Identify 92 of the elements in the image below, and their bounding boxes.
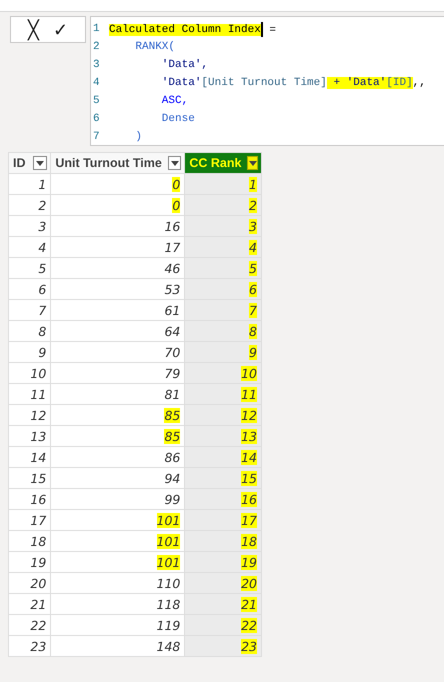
table-cell: 3: [8, 216, 51, 236]
table-cell: 2: [8, 194, 51, 216]
table-cell: 20: [184, 572, 262, 594]
code-line: Calculated Column Index =: [108, 22, 276, 36]
column-label: CC Rank: [189, 156, 242, 170]
table-cell: 101: [50, 510, 185, 530]
table-cell: 15: [184, 468, 262, 488]
column-header[interactable]: Unit Turnout Time: [50, 152, 185, 174]
table-cell: 148: [50, 636, 185, 656]
table-cell: 101: [50, 552, 185, 572]
table-cell: 16: [184, 488, 262, 510]
table-cell: 21: [184, 594, 262, 614]
table-cell: 94: [50, 468, 185, 488]
table-cell: 18: [8, 530, 51, 552]
column-label: Unit Turnout Time: [55, 156, 162, 170]
table-cell: 5: [184, 258, 262, 278]
table-cell: 13: [8, 426, 51, 446]
table-cell: 53: [50, 278, 185, 300]
table-cell: 16: [8, 488, 51, 510]
table-cell: 70: [50, 342, 185, 362]
column-header[interactable]: ID: [8, 152, 51, 174]
table-cell: 10: [184, 362, 262, 384]
table-cell: 19: [184, 552, 262, 572]
table-cell: 61: [50, 300, 185, 320]
line-number: 2: [92, 41, 101, 53]
column-label: ID: [13, 156, 26, 170]
table-cell: 17: [184, 510, 262, 530]
column-header[interactable]: CC Rank: [184, 152, 262, 174]
table-cell: 17: [50, 236, 185, 258]
table-cell: 118: [50, 594, 185, 614]
table-cell: 1: [184, 174, 262, 194]
table-cell: 85: [50, 404, 185, 426]
table-cell: 11: [184, 384, 262, 404]
table-cell: 46: [50, 258, 185, 278]
table-cell: 18: [184, 530, 262, 552]
line-number: 1: [92, 23, 101, 35]
table-cell: 85: [50, 426, 185, 446]
table-cell: 1: [8, 174, 51, 194]
table-cell: 4: [8, 236, 51, 258]
table-cell: 3: [184, 216, 262, 236]
table-cell: 16: [50, 216, 185, 236]
table-cell: 11: [8, 384, 51, 404]
line-number: 6: [92, 113, 101, 125]
table-cell: 9: [8, 342, 51, 362]
code-line: RANKX(: [134, 41, 176, 53]
table-cell: 101: [50, 530, 185, 552]
table-cell: 12: [8, 404, 51, 426]
table-cell: 7: [184, 300, 262, 320]
table-cell: 10: [8, 362, 51, 384]
table-cell: 119: [50, 614, 185, 636]
code-line: Dense: [160, 113, 195, 125]
table-cell: 23: [184, 636, 262, 656]
cancel-button[interactable]: ╳: [28, 20, 39, 38]
table-cell: 6: [184, 278, 262, 300]
table-cell: 7: [8, 300, 51, 320]
code-line: ): [134, 131, 142, 143]
line-number: 7: [92, 131, 101, 143]
table-cell: 9: [184, 342, 262, 362]
table-cell: 99: [50, 488, 185, 510]
formula-editor[interactable]: 1 Calculated Column Index = 2 RANKX( 3 'Data', 4 'Data'[Unit Turnout Time] + 'Data'[ID],, 5 ASC, 6 Dense 7 ): [90, 16, 444, 146]
table-cell: 86: [50, 446, 185, 468]
table-cell: 2: [184, 194, 262, 216]
table-cell: 13: [184, 426, 262, 446]
code-line: 'Data'[Unit Turnout Time] + 'Data'[ID],,: [160, 77, 426, 89]
table-cell: 5: [8, 258, 51, 278]
table-cell: 15: [8, 468, 51, 488]
table-cell: 17: [8, 510, 51, 530]
table-cell: 6: [8, 278, 51, 300]
table-cell: 22: [184, 614, 262, 636]
commit-button[interactable]: ✓: [53, 20, 68, 38]
line-number: 5: [92, 95, 101, 107]
line-number: 4: [92, 77, 101, 89]
code-line: 'Data',: [160, 59, 208, 71]
table-cell: 110: [50, 572, 185, 594]
table-cell: 22: [8, 614, 51, 636]
table-cell: 64: [50, 320, 185, 342]
table-cell: 20: [8, 572, 51, 594]
table-cell: 0: [50, 174, 185, 194]
table-cell: 4: [184, 236, 262, 258]
line-number: 3: [92, 59, 101, 71]
table-cell: 14: [8, 446, 51, 468]
table-cell: 14: [184, 446, 262, 468]
table-cell: 79: [50, 362, 185, 384]
table-cell: 12: [184, 404, 262, 426]
table-cell: 19: [8, 552, 51, 572]
table-cell: 81: [50, 384, 185, 404]
table-cell: 0: [50, 194, 185, 216]
table-cell: 23: [8, 636, 51, 656]
code-line: ASC,: [160, 95, 188, 107]
table-cell: 8: [184, 320, 262, 342]
table-cell: 8: [8, 320, 51, 342]
table-cell: 21: [8, 594, 51, 614]
